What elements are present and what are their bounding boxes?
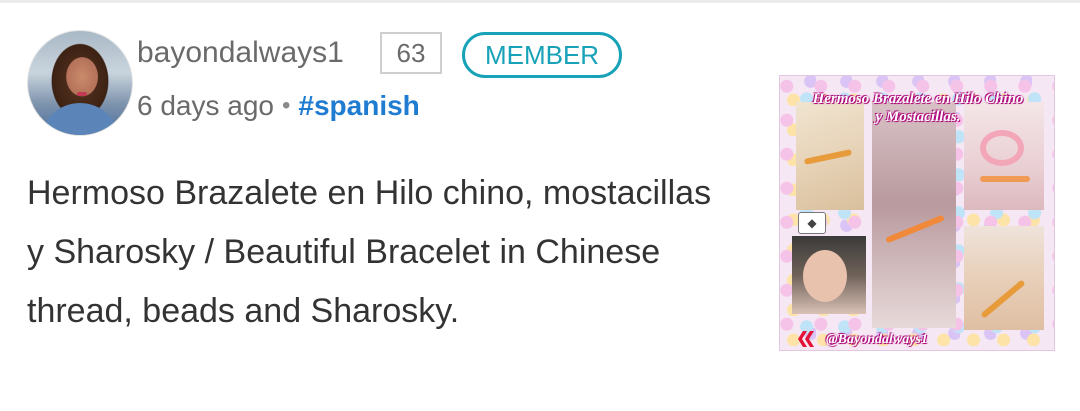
author-username[interactable]: bayondalways1 bbox=[137, 33, 344, 73]
pink-bracelet bbox=[980, 130, 1024, 166]
post-title[interactable]: Hermoso Brazalete en Hilo chino, mostaci… bbox=[27, 164, 717, 341]
post-meta: 6 days ago • #spanish bbox=[137, 86, 420, 126]
thumbnail-photo-bracelet bbox=[872, 102, 956, 328]
hive-logo-icon bbox=[798, 331, 814, 347]
thumbnail-photo-hand bbox=[964, 226, 1044, 330]
thumbnail-face bbox=[803, 250, 847, 302]
member-badge: MEMBER bbox=[462, 32, 622, 78]
post-age[interactable]: 6 days ago bbox=[137, 90, 274, 122]
diamond-icon: ◆ bbox=[798, 212, 826, 234]
community-tag[interactable]: #spanish bbox=[298, 90, 419, 122]
top-divider bbox=[0, 0, 1080, 3]
avatar-lips bbox=[77, 92, 87, 96]
thumbnail-handle: @Bayondalways1 bbox=[826, 332, 928, 347]
post-thumbnail[interactable]: ◆ Hermoso Brazalete en Hilo Chino y Most… bbox=[779, 75, 1055, 351]
author-avatar[interactable] bbox=[27, 30, 133, 136]
reputation-badge: 63 bbox=[380, 32, 442, 74]
meta-separator: • bbox=[282, 92, 291, 119]
avatar-shirt bbox=[40, 103, 120, 135]
thumbnail-title: Hermoso Brazalete en Hilo Chino y Mostac… bbox=[812, 91, 1024, 125]
bracelet-band bbox=[980, 176, 1030, 182]
